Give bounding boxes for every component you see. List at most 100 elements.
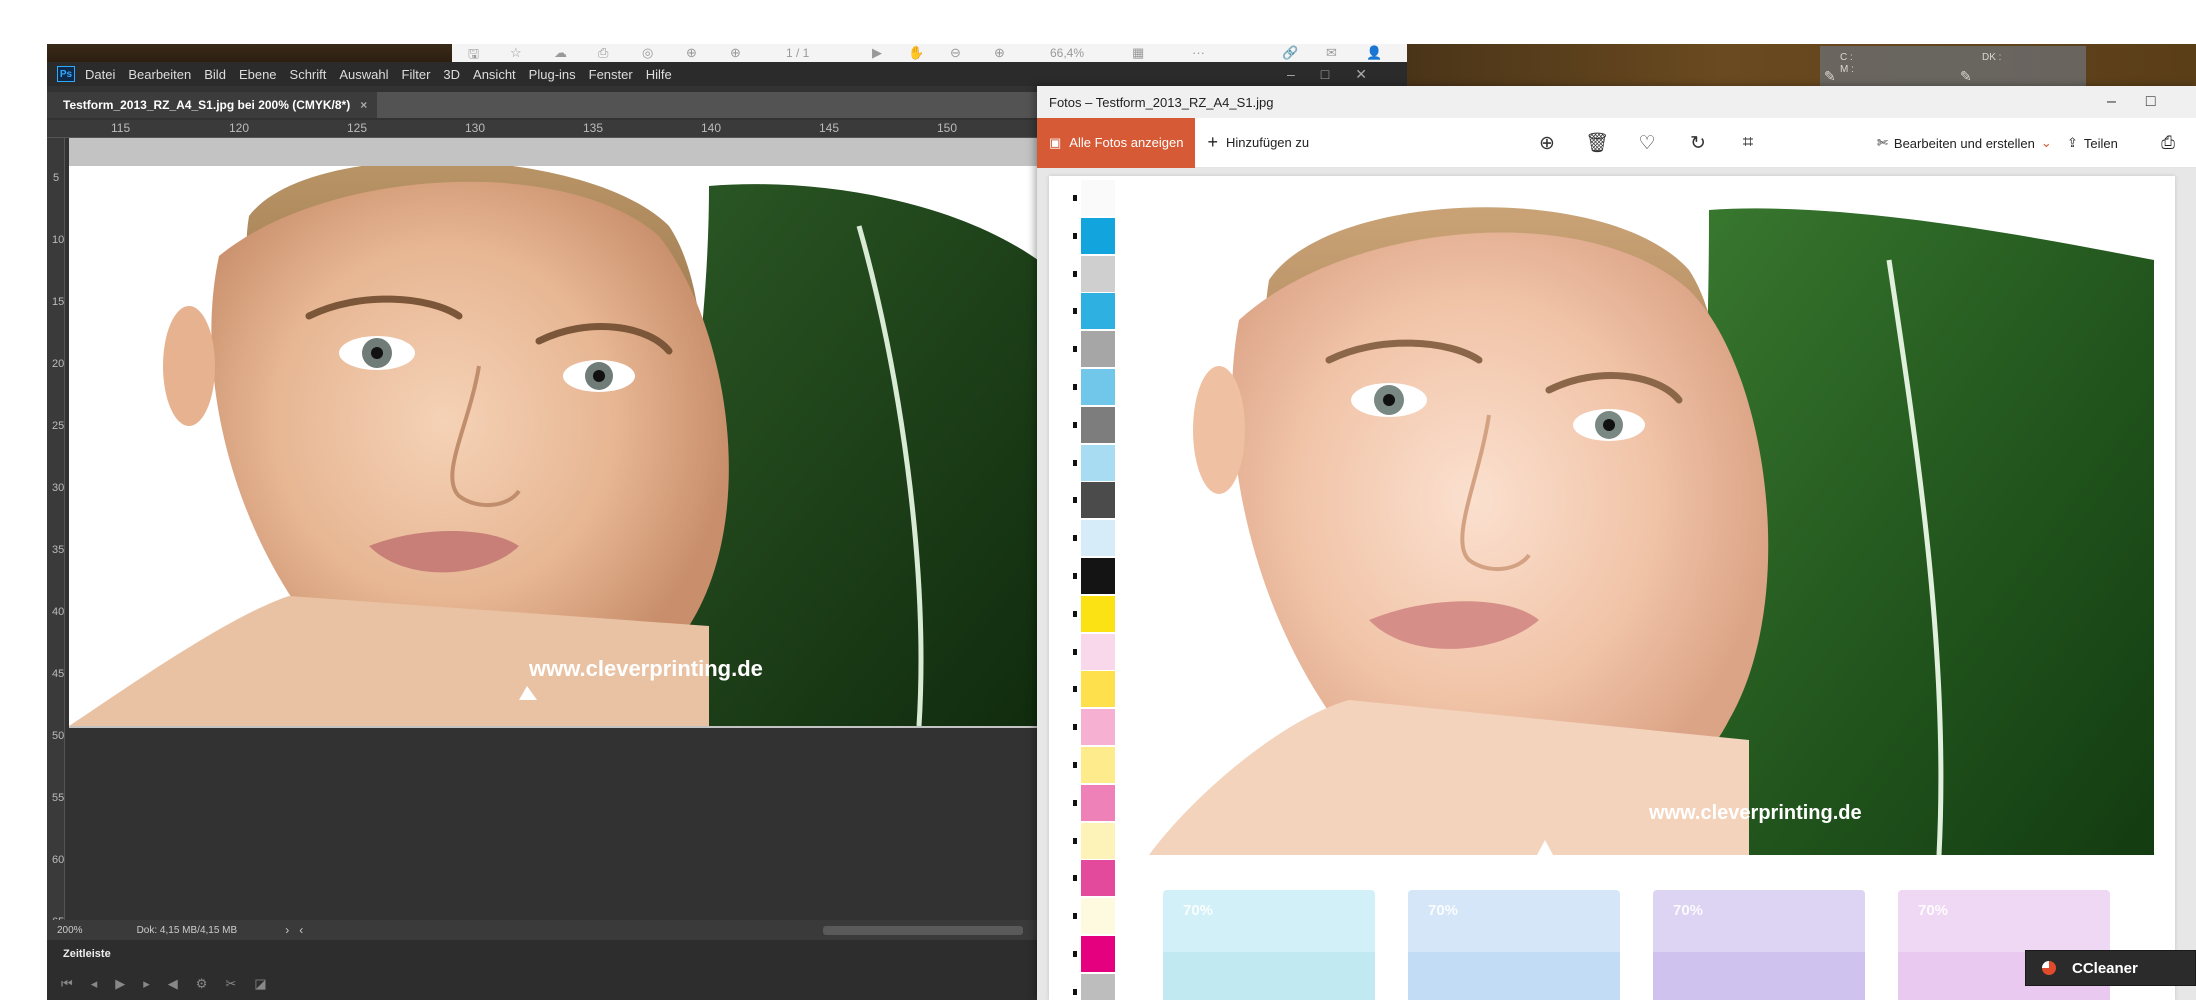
swatch-marker: [1073, 686, 1077, 693]
ruler-tick: 50: [52, 730, 65, 742]
status-zoom[interactable]: 200%: [57, 925, 83, 936]
tint-patch-cyan: 70%: [1163, 890, 1375, 1000]
zoom-out-icon: ⊖: [950, 45, 961, 60]
all-photos-button[interactable]: ▣ Alle Fotos anzeigen: [1037, 117, 1196, 168]
heart-icon[interactable]: ♡: [1634, 130, 1660, 156]
maximize-icon[interactable]: □: [1321, 66, 1329, 82]
tint-patch-lower: [1408, 952, 1620, 1000]
menu-ebene[interactable]: Ebene: [239, 67, 277, 82]
photoshop-window-controls: – □ ✕: [1287, 62, 1367, 86]
share-label: Teilen: [2083, 135, 2118, 151]
swatch-marker: [1073, 459, 1077, 466]
color-swatch: [1081, 709, 1115, 746]
minimize-icon[interactable]: –: [2107, 93, 2116, 111]
tint-patch-lower: [1163, 952, 1375, 1000]
menu-bearbeiten[interactable]: Bearbeiten: [128, 67, 191, 82]
ruler-tick: 45: [52, 668, 65, 680]
tab-close-icon[interactable]: ×: [360, 98, 367, 112]
color-swatch: [1081, 406, 1115, 443]
ruler-tick: 140: [701, 121, 722, 135]
close-icon[interactable]: ✕: [1355, 66, 1367, 83]
plus-icon: +: [1207, 132, 1218, 152]
tint-patch-violet: 70%: [1653, 890, 1865, 1000]
trash-icon[interactable]: 🗑: [1584, 130, 1610, 156]
color-swatch: [1081, 595, 1115, 632]
menu-schrift[interactable]: Schrift: [290, 67, 327, 82]
next-frame-icon[interactable]: ▸: [143, 976, 150, 992]
swatch-marker: [1073, 875, 1077, 882]
timeline-title: Zeitleiste: [63, 948, 111, 960]
share-button[interactable]: ⇪ Teilen: [2067, 118, 2118, 168]
maximize-icon[interactable]: □: [2146, 93, 2156, 111]
color-swatch: [1081, 822, 1115, 859]
menu-auswahl[interactable]: Auswahl: [339, 67, 388, 82]
color-control-strip: [1073, 180, 1115, 1000]
swatch-marker: [1073, 951, 1077, 957]
ruler-tick: 145: [819, 121, 840, 135]
rotate-icon[interactable]: ↻: [1685, 130, 1711, 156]
photo-page[interactable]: www.cleverprinting.de 70% 70% 70% 70%: [1049, 176, 2175, 1000]
ruler-tick: 40: [52, 606, 65, 618]
ccleaner-label: CCleaner: [2072, 959, 2138, 977]
eyedropper-icon: ✎: [1824, 68, 1836, 84]
swatch-marker: [1073, 270, 1077, 277]
photoshop-logo-icon[interactable]: Ps: [57, 66, 75, 82]
settings-icon[interactable]: ⚙: [196, 976, 208, 992]
canvas-url-text: www.cleverprinting.de: [528, 656, 763, 681]
minimize-icon[interactable]: –: [1287, 66, 1295, 82]
menu-ansicht[interactable]: Ansicht: [473, 67, 516, 82]
photos-titlebar: Fotos – Testform_2013_RZ_A4_S1.jpg: [1037, 86, 2196, 118]
menu-fenster[interactable]: Fenster: [589, 67, 633, 82]
crop-icon[interactable]: ⌗: [1735, 130, 1761, 156]
ruler-tick: 120: [229, 121, 250, 135]
menu-bild[interactable]: Bild: [204, 67, 226, 82]
scissors-icon[interactable]: ✂: [225, 976, 236, 992]
go-to-start-icon[interactable]: ⏮: [61, 976, 73, 992]
down-icon: ⊕: [730, 45, 741, 60]
swatch-marker: [1073, 988, 1077, 995]
swatch-marker: [1073, 573, 1077, 579]
edit-create-button[interactable]: ✄ Bearbeiten und erstellen ⌄: [1877, 118, 2052, 168]
play-icon[interactable]: ▶: [115, 976, 125, 992]
background-color-info-panel: C : M : ✎ DK : ✎: [1820, 46, 2086, 86]
zoom-icon[interactable]: ⊕: [1534, 130, 1560, 156]
color-swatch: [1081, 558, 1115, 594]
pointer-icon: ▶: [872, 45, 882, 60]
gallery-icon: ▣: [1049, 134, 1062, 150]
document-tab[interactable]: Testform_2013_RZ_A4_S1.jpg bei 200% (CMY…: [47, 92, 378, 118]
ruler-tick: 20: [52, 358, 65, 370]
audio-icon[interactable]: ◀: [168, 976, 178, 992]
print-icon[interactable]: ⎙: [2155, 130, 2181, 156]
background-pdf-toolbar: 🖫 ☆ ☁ ⎙ ◎ ⊕ ⊕ 1 / 1 ▶ ✋ ⊖ ⊕ 66,4% ▦ ··· …: [452, 44, 1407, 64]
timeline-controls: ⏮ ◂ ▶ ▸ ◀ ⚙ ✂ ◪: [61, 976, 267, 992]
menu-datei[interactable]: Datei: [85, 67, 115, 82]
color-swatch: [1081, 936, 1115, 972]
menu-3d[interactable]: 3D: [443, 67, 460, 82]
menu-plugins[interactable]: Plug-ins: [529, 67, 576, 82]
color-swatch: [1081, 369, 1115, 405]
swatch-marker: [1073, 837, 1077, 844]
ruler-tick: 25: [52, 420, 65, 432]
ruler-tick: 115: [111, 121, 131, 135]
status-doc-size: Dok: 4,15 MB/4,15 MB: [136, 924, 238, 936]
transition-icon[interactable]: ◪: [254, 976, 266, 992]
tint-label: 70%: [1183, 902, 1214, 919]
previous-frame-icon[interactable]: ◂: [91, 976, 98, 992]
desktop-strip: [0, 0, 47, 1000]
ccleaner-notification[interactable]: CCleaner: [2025, 950, 2196, 986]
swatch-marker: [1073, 762, 1077, 768]
add-to-button[interactable]: + Hinzufügen zu: [1207, 132, 1309, 153]
photo-viewer: www.cleverprinting.de 70% 70% 70% 70%: [1037, 168, 2196, 1000]
menu-filter[interactable]: Filter: [402, 67, 431, 82]
zoom-in-icon: ⊕: [994, 45, 1005, 60]
more-icon: ···: [1192, 45, 1205, 60]
tint-patch-lower: [1653, 952, 1865, 1000]
chevron-right-icon[interactable]: ›: [285, 923, 289, 937]
swatch-marker: [1073, 648, 1077, 655]
menu-hilfe[interactable]: Hilfe: [646, 67, 672, 82]
chevron-left-icon[interactable]: ‹: [299, 923, 303, 937]
page-indicator: 1 / 1: [786, 46, 810, 60]
horizontal-scrollbar[interactable]: [823, 925, 1024, 935]
color-swatch: [1081, 633, 1115, 670]
up-icon: ⊕: [686, 45, 697, 60]
